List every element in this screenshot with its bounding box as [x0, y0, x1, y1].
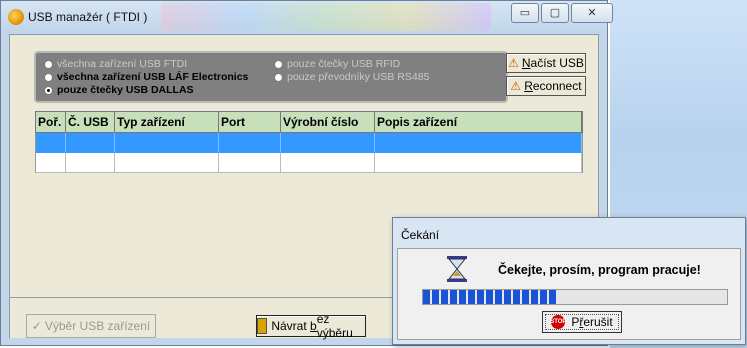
table-row-selected[interactable]	[35, 133, 583, 153]
exit-door-icon	[257, 318, 268, 334]
progress-fill	[423, 290, 557, 304]
radio-dot	[44, 59, 53, 69]
window-title: USB manažér ( FTDI )	[28, 10, 148, 24]
radio-label: pouze čtečky USB RFID	[287, 58, 401, 70]
hourglass-icon	[447, 256, 467, 282]
table-cell	[375, 133, 582, 153]
button-label: P	[571, 315, 580, 329]
radio-label: pouze čtečky USB DALLAS	[57, 84, 194, 96]
dialog-title: Čekání	[401, 228, 440, 242]
radio-all-laf[interactable]: všechna zařízení USB LÁF Electronics	[44, 71, 248, 83]
button-label: ez výběru	[316, 312, 353, 340]
table-cell	[36, 153, 66, 173]
table-header: Poř. Č. USB Typ zařízení Port Výrobní čí…	[35, 111, 583, 133]
column-header[interactable]: Poř.	[36, 112, 66, 132]
table-cell	[66, 133, 115, 153]
select-usb-device-button[interactable]: ✓ Výběr USB zařízení	[26, 314, 156, 338]
radio-dot	[274, 72, 283, 82]
checkmark-icon: ✓	[31, 319, 42, 333]
dialog-client: Čekejte, prosím, program pracuje! STOP P…	[397, 248, 741, 340]
radio-label: pouze převodníky USB RS485	[287, 71, 430, 83]
title-bar[interactable]: USB manažér ( FTDI ) ▭ ▢ ✕	[1, 1, 613, 33]
table-cell	[375, 153, 582, 173]
reconnect-button[interactable]: ⚠ Reconnect	[506, 76, 586, 96]
interrupt-button[interactable]: STOP Př erušit	[542, 311, 622, 333]
radio-dot-checked	[44, 85, 53, 95]
device-filter-group: všechna zařízení USB FTDI všechna zaříze…	[34, 51, 508, 103]
warning-icon: ⚠	[510, 79, 522, 93]
column-header[interactable]: Port	[219, 112, 281, 132]
column-header[interactable]: Typ zařízení	[115, 112, 219, 132]
progress-bar	[422, 289, 728, 305]
table-cell	[281, 153, 375, 173]
table-cell	[115, 153, 219, 173]
radio-dot	[274, 59, 283, 69]
radio-dallas[interactable]: pouze čtečky USB DALLAS	[44, 84, 194, 96]
load-usb-button[interactable]: ⚠ Načíst USB	[506, 53, 586, 73]
table-row[interactable]	[35, 153, 583, 173]
column-header[interactable]: Č. USB	[66, 112, 115, 132]
radio-all-ftdi[interactable]: všechna zařízení USB FTDI	[44, 58, 187, 70]
accelerator-letter: N	[521, 56, 531, 70]
title-decoration	[161, 3, 491, 31]
minimize-button[interactable]: ▭	[511, 3, 539, 23]
column-header[interactable]: Výrobní číslo	[281, 112, 375, 132]
button-label: econnect	[532, 79, 582, 93]
maximize-button[interactable]: ▢	[541, 3, 569, 23]
radio-label: všechna zařízení USB LÁF Electronics	[57, 71, 249, 83]
button-label: Návrat	[271, 319, 311, 333]
column-header[interactable]: Popis zařízení	[375, 112, 582, 132]
stop-icon: STOP	[550, 315, 566, 329]
button-label: Výběr USB zařízení	[44, 319, 151, 333]
wait-message: Čekejte, prosím, program pracuje!	[498, 263, 701, 277]
table-cell	[219, 133, 281, 153]
caption-buttons: ▭ ▢ ✕	[511, 3, 615, 23]
waiting-dialog: Čekání Čekejte, prosím, program pracuje!…	[392, 217, 746, 345]
radio-rs485[interactable]: pouze převodníky USB RS485	[274, 71, 429, 83]
radio-label: všechna zařízení USB FTDI	[57, 58, 188, 70]
table-cell	[36, 133, 66, 153]
accelerator-letter: b	[310, 319, 317, 333]
table-cell	[281, 133, 375, 153]
warning-icon: ⚠	[508, 56, 519, 70]
button-label: ačíst USB	[530, 56, 584, 70]
radio-dot	[44, 72, 53, 82]
table-cell	[66, 153, 115, 173]
app-icon	[8, 9, 24, 25]
button-label: erušit	[583, 315, 613, 329]
close-button[interactable]: ✕	[571, 3, 613, 23]
radio-rfid[interactable]: pouze čtečky USB RFID	[274, 58, 400, 70]
table-cell	[115, 133, 219, 153]
table-cell	[219, 153, 281, 173]
accelerator-letter: R	[524, 79, 533, 93]
return-without-selection-button[interactable]: Návrat b ez výběru	[256, 312, 366, 340]
